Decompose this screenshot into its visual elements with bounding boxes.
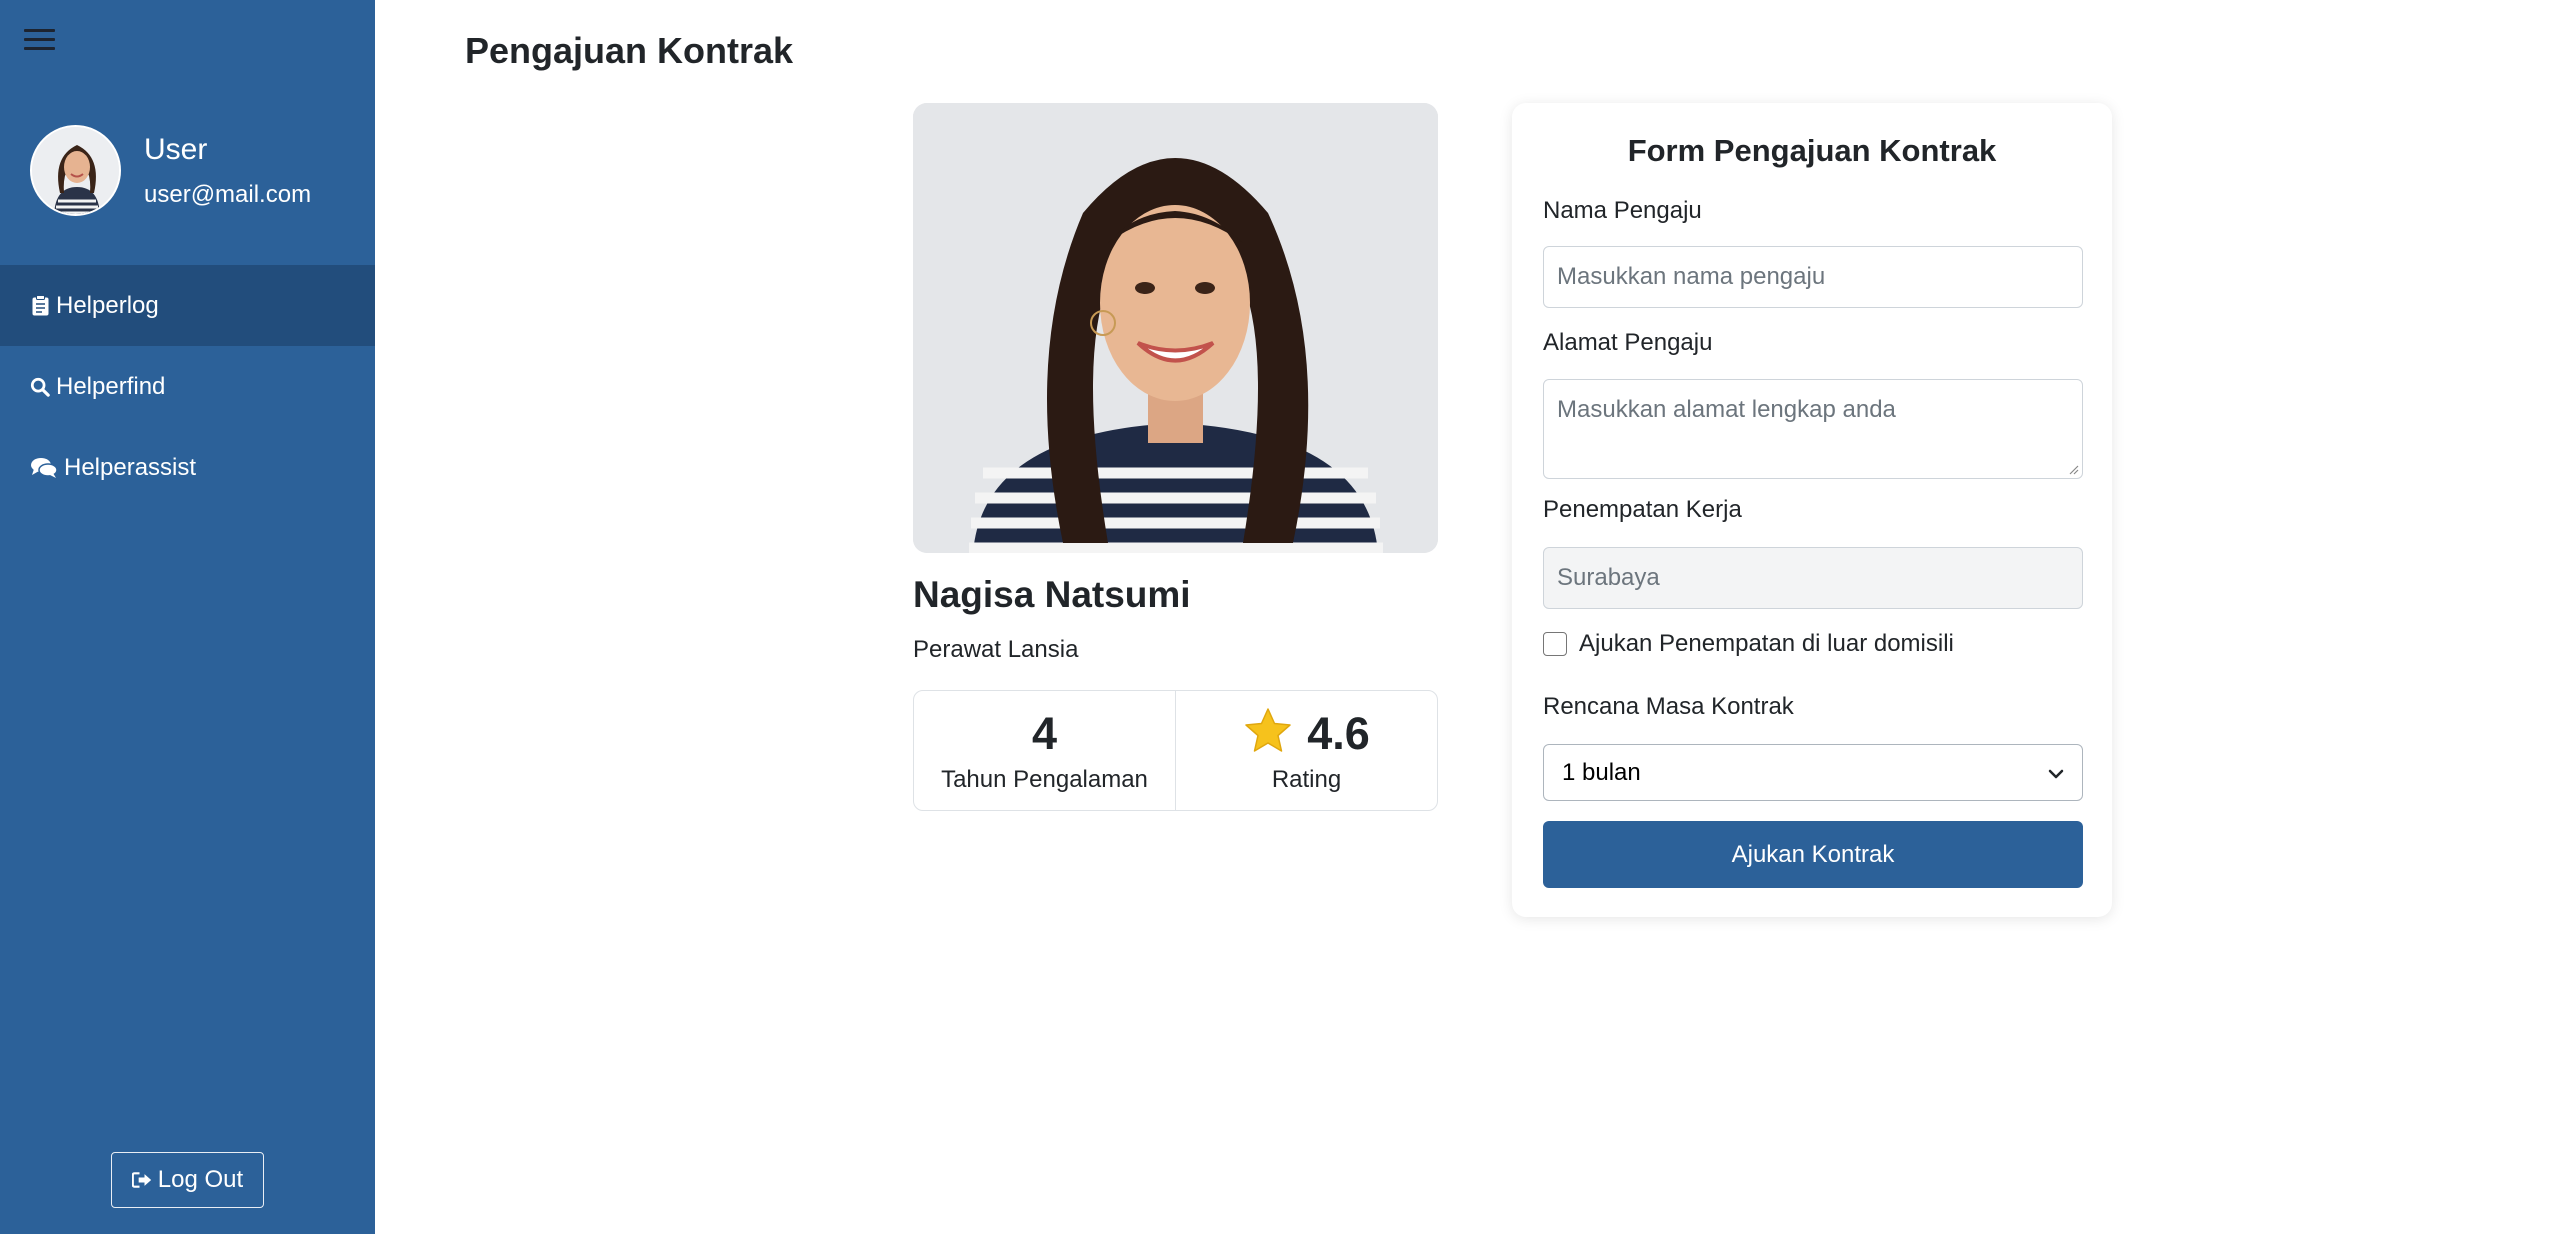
- name-label: Nama Pengaju: [1543, 197, 1702, 224]
- search-icon: [30, 376, 50, 398]
- hamburger-menu-icon[interactable]: [24, 24, 56, 54]
- chevron-down-icon: [2048, 759, 2064, 787]
- rating-stat: 4.6 Rating: [1175, 691, 1437, 810]
- user-name: User: [144, 132, 208, 166]
- address-placeholder: Masukkan alamat lengkap anda: [1557, 396, 1896, 423]
- outside-domicile-option: Ajukan Penempatan di luar domisili: [1543, 630, 1954, 658]
- sidebar-item-label: Helperfind: [56, 372, 166, 400]
- sidebar-item-label: Helperlog: [56, 291, 159, 319]
- sidebar-nav: Helperlog Helperfind Helperassist: [0, 265, 375, 508]
- duration-value: 1 bulan: [1562, 758, 1641, 786]
- placement-value: Surabaya: [1557, 564, 1660, 591]
- sign-out-icon: [131, 1169, 152, 1191]
- user-email: user@mail.com: [144, 180, 312, 208]
- outside-domicile-checkbox[interactable]: [1543, 632, 1567, 656]
- page-title: Pengajuan Kontrak: [465, 30, 794, 71]
- outside-domicile-label: Ajukan Penempatan di luar domisili: [1579, 630, 1954, 657]
- clipboard-icon: [30, 295, 50, 317]
- experience-label: Tahun Pengalaman: [941, 765, 1148, 793]
- submit-label: Ajukan Kontrak: [1731, 840, 1895, 868]
- address-textarea[interactable]: Masukkan alamat lengkap anda: [1543, 379, 2083, 479]
- experience-value: 4: [1031, 707, 1058, 759]
- sidebar-item-helperassist[interactable]: Helperassist: [0, 427, 375, 508]
- duration-select[interactable]: 1 bulan: [1543, 744, 2083, 801]
- sidebar-item-helperfind[interactable]: Helperfind: [0, 346, 375, 427]
- resize-grip-icon[interactable]: [2067, 463, 2079, 475]
- name-placeholder: Masukkan nama pengaju: [1557, 263, 1826, 290]
- experience-stat: 4 Tahun Pengalaman: [914, 691, 1175, 810]
- contract-form: Form Pengajuan Kontrak Nama Pengaju Masu…: [1512, 103, 2112, 917]
- helper-photo: [913, 103, 1438, 553]
- helper-role: Perawat Lansia: [913, 636, 1079, 663]
- user-profile: User user@mail.com: [30, 125, 311, 216]
- form-title: Form Pengajuan Kontrak: [1627, 133, 1997, 168]
- sidebar-item-label: Helperassist: [64, 453, 197, 481]
- rating-label: Rating: [1271, 766, 1342, 793]
- logout-label: Log Out: [157, 1166, 244, 1193]
- submit-contract-button[interactable]: Ajukan Kontrak: [1543, 821, 2083, 888]
- placement-field: Surabaya: [1543, 547, 2083, 609]
- helper-stats: 4 Tahun Pengalaman 4.6 Rating: [913, 690, 1438, 811]
- rating-value: 4.6: [1307, 707, 1370, 759]
- placement-label: Penempatan Kerja: [1543, 496, 1742, 523]
- sidebar: User user@mail.com Helperlog Helperfind …: [0, 0, 375, 1234]
- logout-button[interactable]: Log Out: [111, 1152, 264, 1208]
- address-label: Alamat Pengaju: [1543, 329, 1713, 356]
- comments-icon: [30, 457, 58, 479]
- helper-name: Nagisa Natsumi: [913, 574, 1191, 615]
- name-input[interactable]: Masukkan nama pengaju: [1543, 246, 2083, 308]
- avatar: [30, 125, 121, 216]
- star-icon: [1243, 707, 1293, 760]
- duration-label: Rencana Masa Kontrak: [1543, 693, 1794, 720]
- sidebar-item-helperlog[interactable]: Helperlog: [0, 265, 375, 346]
